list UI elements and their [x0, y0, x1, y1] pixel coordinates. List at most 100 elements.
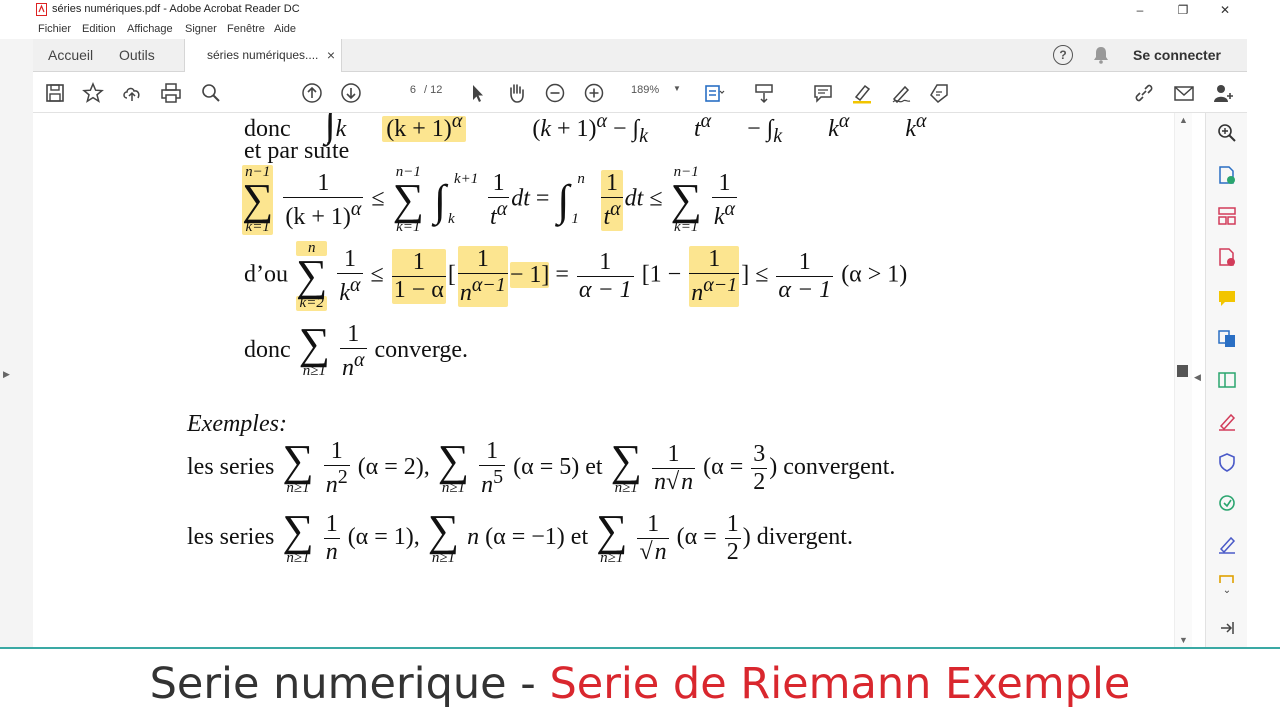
- comment-icon[interactable]: [812, 82, 834, 104]
- scroll-thumb[interactable]: [1177, 365, 1188, 377]
- ex1-d1: n: [325, 472, 338, 498]
- sign-icon[interactable]: [890, 82, 912, 104]
- save-icon[interactable]: [44, 82, 66, 104]
- menu-aide[interactable]: Aide: [274, 23, 296, 35]
- menu-bar: Fichier Edition Affichage Signer Fenêtre…: [0, 20, 1280, 39]
- line3-condition: (α > 1): [841, 261, 908, 288]
- search-icon[interactable]: [200, 82, 222, 104]
- tab-accueil[interactable]: Accueil: [48, 39, 93, 71]
- zoom-tool-icon[interactable]: [1217, 123, 1237, 143]
- zoom-select[interactable]: 189% ▼: [623, 84, 683, 102]
- zoom-out-icon[interactable]: [544, 82, 566, 104]
- zoom-value: 189%: [631, 84, 660, 96]
- fraction-highlighted-4: 1 nα−1: [689, 245, 740, 307]
- eq-1: =: [535, 185, 550, 212]
- menu-affichage[interactable]: Affichage: [127, 23, 173, 35]
- collapse-panel-icon[interactable]: [1217, 618, 1237, 638]
- menu-fenetre[interactable]: Fenêtre: [227, 23, 265, 35]
- ex2-fden: 2: [724, 538, 741, 565]
- sign-in-button[interactable]: Se connecter: [1133, 39, 1221, 71]
- hand-icon[interactable]: [505, 82, 527, 104]
- scroll-up-icon[interactable]: ▲: [1179, 115, 1188, 125]
- optimize-pdf-icon[interactable]: [1217, 493, 1237, 513]
- request-signature-icon[interactable]: [1217, 534, 1237, 554]
- cloud-upload-icon[interactable]: [121, 82, 143, 104]
- expand-left-panel-icon[interactable]: ▶: [3, 369, 10, 380]
- ex1-c2: (α = 5) et: [513, 454, 603, 481]
- comment-tool-icon[interactable]: [1217, 288, 1237, 308]
- example-line-2: les series ∑ n≥1 1n (α = 1), ∑ n≥1 n (α = …: [187, 506, 853, 567]
- caption-part-2: Serie de Riemann Exemple: [549, 659, 1131, 709]
- frac3-n: n: [459, 279, 472, 306]
- organize-pages-icon[interactable]: [1217, 206, 1237, 226]
- video-caption: Serie numerique - Serie de Riemann Exemp…: [0, 649, 1280, 720]
- tab-close-icon[interactable]: ×: [327, 39, 335, 71]
- page-current-input[interactable]: 6: [388, 84, 416, 96]
- tab-outils[interactable]: Outils: [119, 39, 155, 71]
- zoom-in-icon[interactable]: [583, 82, 605, 104]
- tab-document[interactable]: séries numériques.... ×: [184, 39, 342, 72]
- frac1-den: (k + 1): [285, 203, 351, 230]
- ex1-e1: 2: [337, 466, 348, 488]
- page-down-icon[interactable]: [340, 82, 362, 104]
- integral-symbol-1: ∫ k+1 k: [433, 170, 479, 227]
- help-icon[interactable]: ?: [1053, 45, 1073, 65]
- page-up-icon[interactable]: [301, 82, 323, 104]
- ex2-c2: (α = −1) et: [485, 524, 589, 551]
- int2-bottom: 1: [571, 210, 579, 227]
- combine-files-icon[interactable]: [1217, 329, 1237, 349]
- edit-pdf-icon[interactable]: [1217, 370, 1237, 390]
- collapse-right-panel-icon[interactable]: ◀: [1194, 372, 1201, 383]
- line3-close: ]: [741, 261, 750, 288]
- ex2-c1: (α = 1),: [347, 524, 420, 551]
- page-number-box[interactable]: 6 / 12: [388, 84, 478, 102]
- frac1-num: 1: [317, 169, 330, 196]
- scroll-mode-icon[interactable]: [753, 82, 775, 104]
- share-link-icon[interactable]: [1133, 82, 1155, 104]
- frac5-n: n: [342, 355, 355, 381]
- menu-edition[interactable]: Edition: [82, 23, 116, 35]
- title-bar: séries numériques.pdf - Adobe Acrobat Re…: [0, 0, 1280, 20]
- int1-bottom: k: [447, 210, 455, 227]
- integral-symbol-2: ∫ n 1: [557, 170, 585, 227]
- ex1-d3b: n: [679, 468, 694, 495]
- fill-sign-icon[interactable]: [1217, 411, 1237, 431]
- ex1-sum-bottom: n≥1: [286, 480, 310, 497]
- add-user-icon[interactable]: [1212, 82, 1234, 104]
- sum-symbol: n−1 ∑ k=1: [242, 164, 274, 235]
- ex2-mid: n: [467, 524, 480, 551]
- vertical-scrollbar[interactable]: ▲ ▼: [1174, 113, 1192, 647]
- scroll-tools-down-icon[interactable]: ⌄: [1217, 585, 1237, 599]
- highlight-icon[interactable]: [851, 82, 873, 104]
- ex2-d3: n: [652, 538, 667, 565]
- frac2-den: 1 − α: [391, 275, 446, 303]
- menu-fichier[interactable]: Fichier: [38, 23, 71, 35]
- window-title: séries numériques.pdf - Adobe Acrobat Re…: [52, 3, 300, 15]
- tab-bar: Accueil Outils séries numériques.... × ?…: [33, 39, 1247, 72]
- int2-top: n: [577, 170, 585, 187]
- bell-icon[interactable]: [1093, 46, 1109, 64]
- protect-icon[interactable]: [1217, 452, 1237, 472]
- create-pdf-icon[interactable]: [1217, 247, 1237, 267]
- mail-icon[interactable]: [1173, 82, 1195, 104]
- fraction-highlighted-2: 11 − α: [391, 248, 446, 304]
- stamp-icon[interactable]: [928, 82, 950, 104]
- more-tools-icon[interactable]: [1217, 573, 1237, 583]
- menu-signer[interactable]: Signer: [185, 23, 217, 35]
- example-line-1: les series ∑ n≥1 1 n2 (α = 2), ∑ n≥1 1 n5 (α…: [187, 436, 896, 498]
- select-cursor-icon[interactable]: [467, 82, 489, 104]
- fraction-1: 1 (k + 1)α: [283, 169, 364, 230]
- fit-page-icon[interactable]: [703, 82, 725, 104]
- minimize-button[interactable]: –: [1120, 0, 1160, 20]
- export-pdf-icon[interactable]: [1217, 165, 1237, 185]
- scroll-down-icon[interactable]: ▼: [1179, 635, 1188, 645]
- print-icon[interactable]: [160, 82, 182, 104]
- ex2-c3a: (α =: [676, 524, 717, 551]
- document-view[interactable]: donc ∫k (k + 1)α (k + 1)α − ∫k tα − ∫k k…: [33, 113, 1174, 647]
- frac3-exp: α−1: [471, 273, 506, 296]
- ex1-c1: (α = 2),: [357, 454, 430, 481]
- star-icon[interactable]: [82, 82, 104, 104]
- maximize-button[interactable]: ❐: [1163, 0, 1203, 20]
- sum4-bottom: n≥1: [302, 363, 326, 380]
- close-button[interactable]: ✕: [1205, 0, 1245, 20]
